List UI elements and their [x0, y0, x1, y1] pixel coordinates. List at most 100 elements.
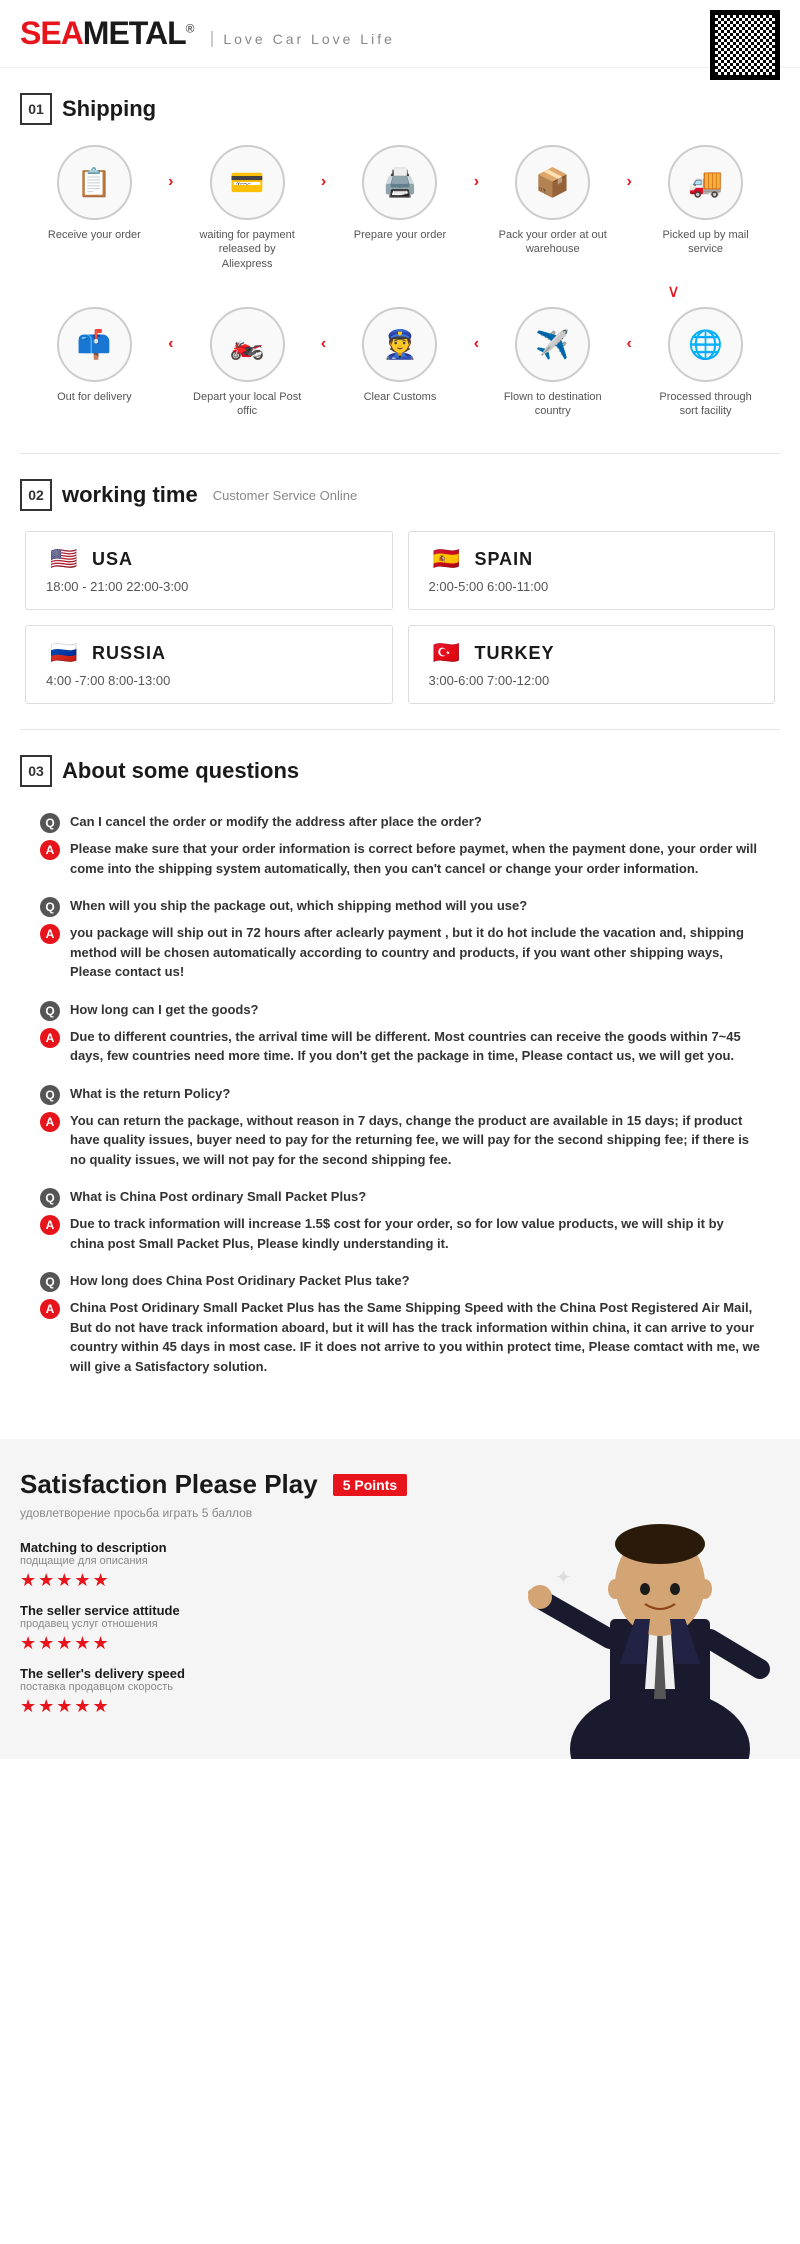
stars-1: ★★★★★ [20, 1570, 480, 1591]
satisfaction-header: Satisfaction Please Play 5 Points [20, 1469, 480, 1500]
flow-icon-1: 📋 [57, 145, 132, 220]
flag-spain: 🇪🇸 [429, 547, 465, 571]
qr-code [710, 10, 780, 80]
flow-item-6: 📫 Out for delivery [39, 307, 149, 404]
arrow-down: ∨ [30, 281, 770, 302]
flag-russia: 🇷🇺 [46, 641, 82, 665]
faq-answer-1: Please make sure that your order informa… [70, 839, 760, 878]
satisfaction-title: Satisfaction Please Play [20, 1469, 318, 1500]
flow-icon-2: 💳 [210, 145, 285, 220]
faq-question-6: How long does China Post Oridinary Packe… [70, 1271, 410, 1291]
rating-sub-2: продавец услуг отношения [20, 1618, 480, 1630]
faq-q-3: Q How long can I get the goods? [40, 1000, 760, 1021]
section2-label: working time [62, 482, 198, 508]
flow-icon-4: 📦 [515, 145, 590, 220]
flag-turkey: 🇹🇷 [429, 641, 465, 665]
time-card-usa: 🇺🇸 USA 18:00 - 21:00 22:00-3:00 [25, 531, 393, 610]
time-card-spain: 🇪🇸 SPAIN 2:00-5:00 6:00-11:00 [408, 531, 776, 610]
section1-title: 01 Shipping [20, 93, 780, 125]
shipping-section: 01 Shipping 📋 Receive your order › 💳 wai… [0, 68, 800, 453]
country-spain: SPAIN [475, 549, 534, 570]
logo-metal: METAL [83, 15, 186, 51]
time-card-russia-header: 🇷🇺 RUSSIA [46, 641, 372, 665]
flow-icon-5: 🚚 [668, 145, 743, 220]
shipping-flow: 📋 Receive your order › 💳 waiting for pay… [20, 145, 780, 418]
rating-item-3: The seller's delivery speed поставка про… [20, 1666, 480, 1717]
time-grid: 🇺🇸 USA 18:00 - 21:00 22:00-3:00 🇪🇸 SPAIN… [20, 531, 780, 704]
section1-num: 01 [20, 93, 52, 125]
faq-q-5: Q What is China Post ordinary Small Pack… [40, 1187, 760, 1208]
flow-icon-3: 🖨️ [362, 145, 437, 220]
faq-item-4: Q What is the return Policy? A You can r… [40, 1084, 760, 1170]
section2-num: 02 [20, 479, 52, 511]
faq-q-1: Q Can I cancel the order or modify the a… [40, 812, 760, 833]
faq-answer-5: Due to track information will increase 1… [70, 1214, 760, 1253]
time-card-turkey-header: 🇹🇷 TURKEY [429, 641, 755, 665]
faq-question-1: Can I cancel the order or modify the add… [70, 812, 482, 832]
section3-label: About some questions [62, 758, 299, 784]
q-badge-4: Q [40, 1085, 60, 1105]
flow-item-3: 🖨️ Prepare your order [345, 145, 455, 242]
section1-label: Shipping [62, 96, 156, 122]
rating-item-2: The seller service attitude продавец усл… [20, 1603, 480, 1654]
flow-item-2: 💳 waiting for payment released by Aliexp… [192, 145, 302, 271]
time-usa: 18:00 - 21:00 22:00-3:00 [46, 579, 372, 594]
rating-sub-3: поставка продавцом скорость [20, 1681, 480, 1693]
a-badge-2: A [40, 924, 60, 944]
a-badge-1: A [40, 840, 60, 860]
faq-q-6: Q How long does China Post Oridinary Pac… [40, 1271, 760, 1292]
country-turkey: TURKEY [475, 643, 555, 664]
flow-label-6: Out for delivery [57, 390, 132, 404]
flow-icon-8: 👮 [362, 307, 437, 382]
logo-sea: SEA [20, 15, 83, 51]
a-badge-6: A [40, 1299, 60, 1319]
faq-a-4: A You can return the package, without re… [40, 1111, 760, 1170]
arrow-2: › [321, 145, 326, 191]
q-badge-2: Q [40, 897, 60, 917]
flow-item-7: 🏍️ Depart your local Post offic [192, 307, 302, 419]
arrow-left-2: ‹ [321, 307, 326, 353]
faq-question-4: What is the return Policy? [70, 1084, 230, 1104]
q-badge-1: Q [40, 813, 60, 833]
a-badge-5: A [40, 1215, 60, 1235]
faq-item-1: Q Can I cancel the order or modify the a… [40, 812, 760, 878]
faq-question-2: When will you ship the package out, whic… [70, 896, 527, 916]
flow-item-8: 👮 Clear Customs [345, 307, 455, 404]
faq-q-4: Q What is the return Policy? [40, 1084, 760, 1105]
logo: SEAMETAL® Love Car Love Life [20, 15, 395, 52]
q-badge-3: Q [40, 1001, 60, 1021]
time-card-spain-header: 🇪🇸 SPAIN [429, 547, 755, 571]
arrow-4: › [626, 145, 631, 191]
flow-label-7: Depart your local Post offic [192, 390, 302, 419]
flow-label-3: Prepare your order [354, 228, 446, 242]
satisfaction-section: Satisfaction Please Play 5 Points удовле… [0, 1439, 800, 1759]
time-card-turkey: 🇹🇷 TURKEY 3:00-6:00 7:00-12:00 [408, 625, 776, 704]
working-time-section: 02 working time Customer Service Online … [0, 454, 800, 729]
stars-2: ★★★★★ [20, 1633, 480, 1654]
section2-title: 02 working time Customer Service Online [20, 479, 780, 511]
section3-num: 03 [20, 755, 52, 787]
rating-label-2: The seller service attitude [20, 1603, 480, 1618]
logo-tagline: Love Car Love Life [211, 31, 395, 47]
svg-text:✦: ✦ [555, 1567, 572, 1589]
header: SEAMETAL® Love Car Love Life [0, 0, 800, 68]
faq-item-5: Q What is China Post ordinary Small Pack… [40, 1187, 760, 1253]
faq-item-2: Q When will you ship the package out, wh… [40, 896, 760, 982]
q-badge-5: Q [40, 1188, 60, 1208]
flow-label-1: Receive your order [48, 228, 141, 242]
rating-label-1: Matching to description [20, 1540, 480, 1555]
time-russia: 4:00 -7:00 8:00-13:00 [46, 673, 372, 688]
arrow-1: › [168, 145, 173, 191]
flow-item-10: 🌐 Processed through sort facility [651, 307, 761, 419]
time-turkey: 3:00-6:00 7:00-12:00 [429, 673, 755, 688]
flow-label-5: Picked up by mail service [651, 228, 761, 257]
faq-question-3: How long can I get the goods? [70, 1000, 259, 1020]
flow-label-2: waiting for payment released by Aliexpre… [192, 228, 302, 271]
faq-question-5: What is China Post ordinary Small Packet… [70, 1187, 366, 1207]
a-badge-4: A [40, 1112, 60, 1132]
arrow-3: › [474, 145, 479, 191]
faq-a-1: A Please make sure that your order infor… [40, 839, 760, 878]
faq-answer-3: Due to different countries, the arrival … [70, 1027, 760, 1066]
flow-label-4: Pack your order at out warehouse [498, 228, 608, 257]
arrow-left-1: ‹ [168, 307, 173, 353]
